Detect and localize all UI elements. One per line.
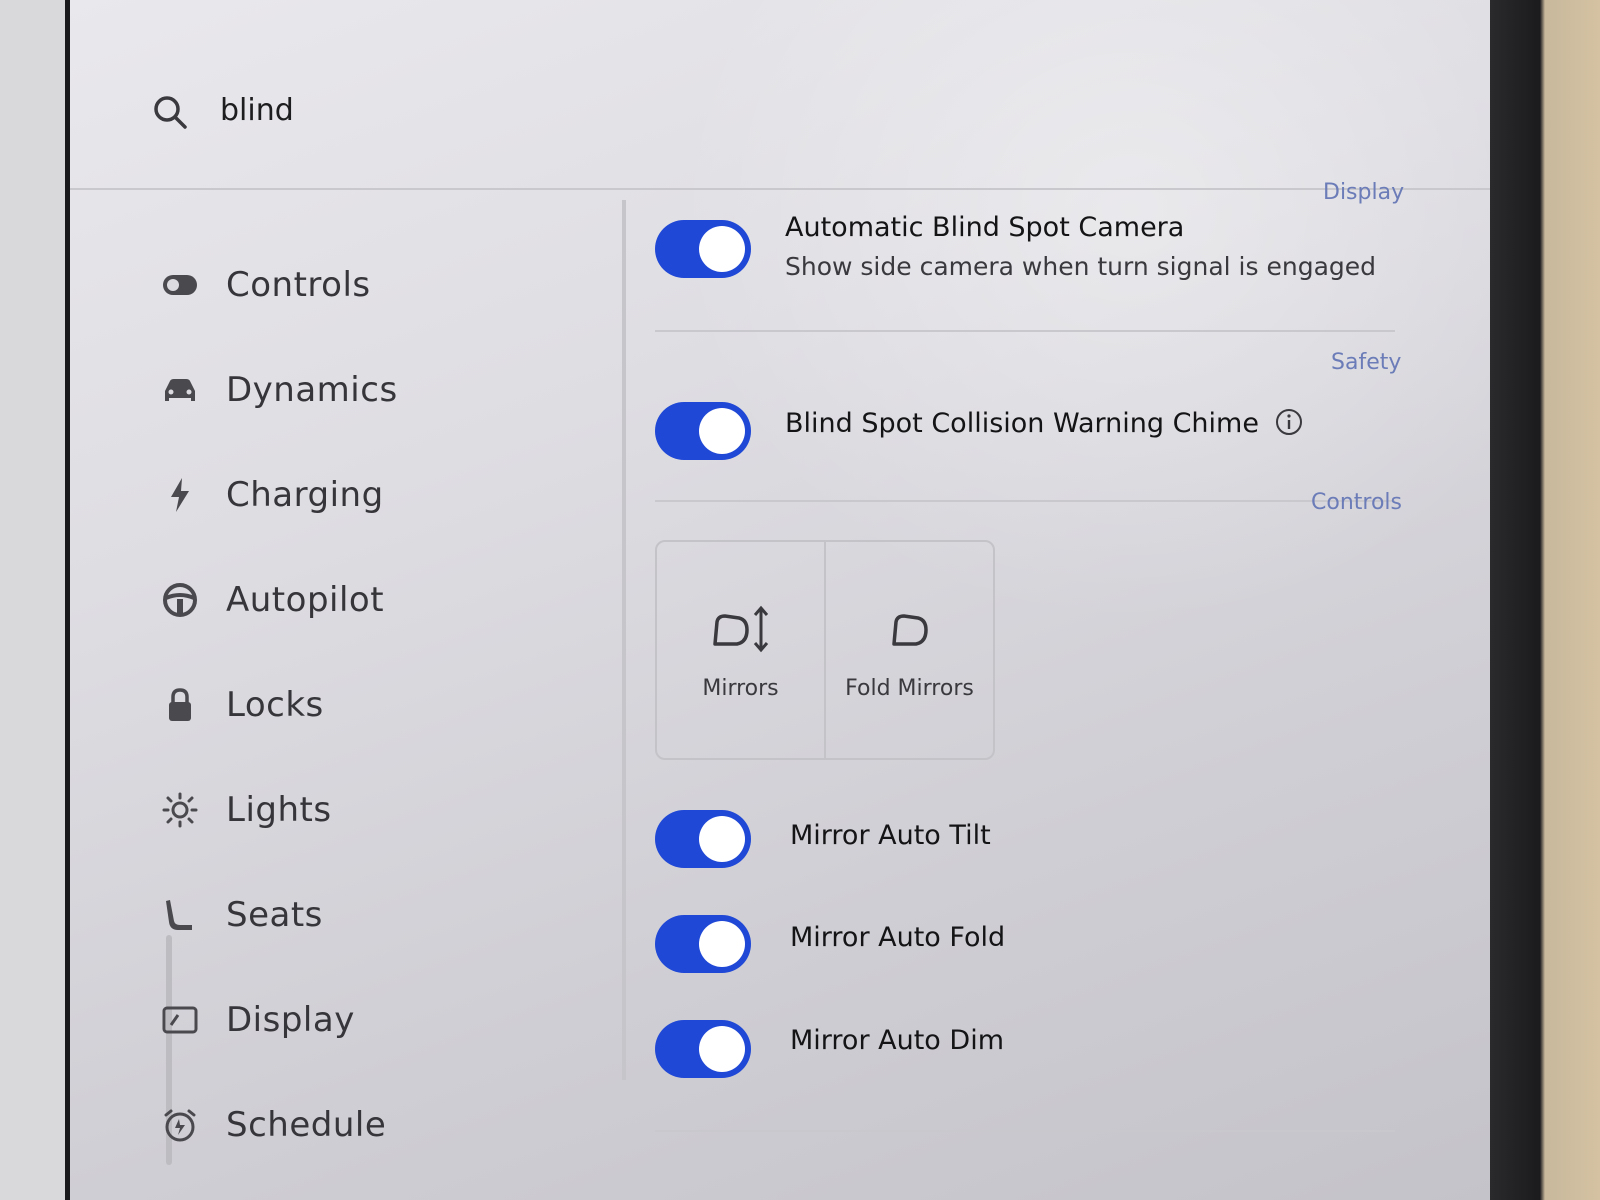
section-tag-display: Display — [1323, 180, 1405, 205]
sidebar-item-label: Lights — [226, 790, 332, 830]
row-divider — [655, 1130, 1395, 1132]
toggle-knob — [699, 921, 745, 967]
toggle-knob — [699, 408, 745, 454]
car-icon — [160, 370, 200, 410]
sidebar-item-locks[interactable]: Locks — [160, 675, 600, 735]
mirror-auto-tilt-toggle[interactable] — [655, 810, 751, 868]
mirrors-tile[interactable]: Mirrors — [657, 542, 824, 758]
sidebar-item-controls[interactable]: Controls — [160, 255, 600, 315]
toggle-knob — [699, 816, 745, 862]
alarm-clock-icon — [160, 1105, 200, 1145]
search-bar — [70, 60, 1490, 190]
setting-title: Mirror Auto Fold — [790, 922, 1006, 953]
sidebar-item-schedule[interactable]: Schedule — [160, 1095, 600, 1155]
section-tag-controls: Controls — [1311, 490, 1402, 515]
blind-spot-camera-toggle[interactable] — [655, 220, 751, 278]
sidebar-item-label: Locks — [226, 685, 324, 725]
tile-label: Mirrors — [702, 675, 779, 701]
mirror-auto-dim-toggle[interactable] — [655, 1020, 751, 1078]
row-divider — [655, 500, 1395, 502]
seat-icon — [160, 895, 200, 935]
toggle-knob — [699, 226, 745, 272]
sidebar-item-autopilot[interactable]: Autopilot — [160, 570, 600, 630]
tile-label: Fold Mirrors — [845, 675, 974, 701]
steering-wheel-icon — [160, 580, 200, 620]
settings-screen: Controls Dynamics Charging Autopilot Loc — [70, 0, 1490, 1200]
row-divider — [655, 330, 1395, 332]
lock-icon — [160, 685, 200, 725]
fold-mirrors-tile[interactable]: Fold Mirrors — [824, 542, 993, 758]
search-input[interactable] — [220, 88, 720, 132]
sidebar-item-charging[interactable]: Charging — [160, 465, 600, 525]
sidebar-item-label: Seats — [226, 895, 323, 935]
settings-sidebar: Controls Dynamics Charging Autopilot Loc — [160, 255, 620, 1165]
toggle-icon — [160, 265, 200, 305]
toggle-knob — [699, 1026, 745, 1072]
info-icon[interactable] — [1275, 408, 1303, 436]
setting-title: Automatic Blind Spot Camera — [785, 212, 1185, 243]
display-icon — [160, 1000, 200, 1040]
sidebar-item-display[interactable]: Display — [160, 990, 600, 1050]
search-results: Display Automatic Blind Spot Camera Show… — [655, 180, 1455, 1160]
sidebar-item-label: Display — [226, 1000, 355, 1040]
setting-subtitle: Show side camera when turn signal is eng… — [785, 252, 1377, 281]
mirror-tile-group: Mirrors Fold Mirrors — [655, 540, 995, 760]
lightning-icon — [160, 475, 200, 515]
mirror-auto-fold-toggle[interactable] — [655, 915, 751, 973]
collision-warning-chime-toggle[interactable] — [655, 402, 751, 460]
setting-title: Blind Spot Collision Warning Chime — [785, 408, 1259, 439]
sidebar-item-seats[interactable]: Seats — [160, 885, 600, 945]
setting-title: Mirror Auto Dim — [790, 1025, 1004, 1056]
section-tag-safety: Safety — [1331, 350, 1402, 375]
light-icon — [160, 790, 200, 830]
sidebar-item-label: Dynamics — [226, 370, 398, 410]
search-icon[interactable] — [152, 94, 188, 130]
sidebar-item-dynamics[interactable]: Dynamics — [160, 360, 600, 420]
sidebar-item-lights[interactable]: Lights — [160, 780, 600, 840]
sidebar-item-label: Autopilot — [226, 580, 385, 620]
sidebar-divider — [622, 200, 626, 1080]
sidebar-item-label: Schedule — [226, 1105, 387, 1145]
sidebar-item-label: Controls — [226, 265, 371, 305]
mirror-adjust-icon — [712, 605, 768, 652]
sidebar-item-label: Charging — [226, 475, 384, 515]
setting-title: Mirror Auto Tilt — [790, 820, 991, 851]
mirror-fold-icon — [891, 613, 928, 646]
